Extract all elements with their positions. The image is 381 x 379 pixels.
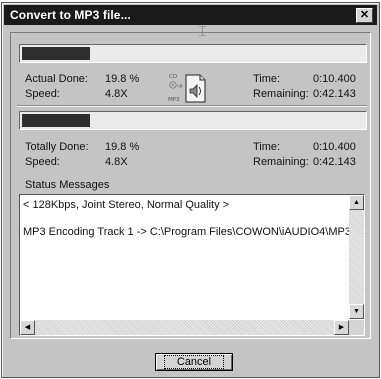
total-progress-bar <box>19 111 367 130</box>
scroll-down-arrow-icon[interactable]: ▼ <box>349 304 364 319</box>
track-progress-bar <box>19 44 367 63</box>
total-progress-fill <box>22 114 90 127</box>
total-time-value: 0:10.400 <box>313 141 356 153</box>
total-remaining-value: 0:42.143 <box>313 156 356 168</box>
close-button[interactable]: ✕ <box>356 8 373 23</box>
total-speed-label: Speed: <box>25 156 60 168</box>
status-messages-heading: Status Messages <box>25 179 110 191</box>
remaining-value: 0:42.143 <box>313 88 356 100</box>
scroll-right-arrow-icon[interactable]: ▶ <box>334 320 349 335</box>
total-remaining-label: Remaining: <box>253 156 309 168</box>
scroll-up-arrow-icon[interactable]: ▲ <box>349 195 364 210</box>
cancel-button-label: Cancel <box>163 355 225 369</box>
speed-label: Speed: <box>25 88 60 100</box>
total-speed-value: 4.8X <box>105 156 128 168</box>
convert-dialog: Convert to MP3 file... ✕ ⌶ Actual Done: … <box>1 2 380 378</box>
cd-to-mp3-icon: CD MP3 <box>168 74 206 103</box>
dialog-title: Convert to MP3 file... <box>10 8 131 22</box>
remaining-label: Remaining: <box>253 88 309 100</box>
horizontal-scrollbar[interactable]: ◀ ▶ <box>20 320 349 335</box>
track-progress-fill <box>22 47 90 60</box>
vertical-scrollbar[interactable]: ▲ ▼ <box>349 195 364 319</box>
scroll-left-arrow-icon[interactable]: ◀ <box>20 320 35 335</box>
actual-done-value: 19.8 % <box>105 73 140 85</box>
scrollbar-corner <box>349 320 364 335</box>
totally-done-label: Totally Done: <box>25 141 89 153</box>
total-time-label: Time: <box>253 141 281 153</box>
time-label: Time: <box>253 73 281 85</box>
cd-label: CD <box>169 74 177 80</box>
cancel-button[interactable]: Cancel <box>155 353 233 371</box>
status-messages-box[interactable]: < 128Kbps, Joint Stereo, Normal Quality … <box>19 194 365 336</box>
mp3-label: MP3 <box>168 97 180 103</box>
totally-done-value: 19.8 % <box>105 141 140 153</box>
speed-value: 4.8X <box>105 88 128 100</box>
status-message: MP3 Encoding Track 1 -> C:\Program Files… <box>23 226 351 238</box>
actual-done-label: Actual Done: <box>25 73 88 85</box>
status-message: < 128Kbps, Joint Stereo, Normal Quality … <box>23 199 230 211</box>
title-bar[interactable]: Convert to MP3 file... ✕ <box>4 5 377 25</box>
time-value: 0:10.400 <box>313 73 356 85</box>
